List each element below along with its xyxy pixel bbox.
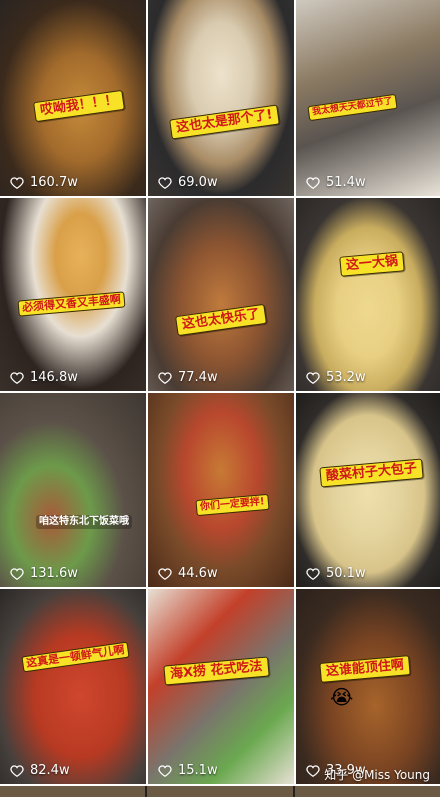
like-count: 82.4w [10, 763, 70, 778]
food-thumbnail [148, 0, 294, 196]
heart-icon [158, 567, 172, 580]
video-tile[interactable]: 这谁能顶住啊 😭 33.9w [296, 589, 440, 784]
like-count: 51.4w [306, 175, 366, 190]
like-count-value: 15.1w [178, 763, 218, 778]
like-count: 15.1w [158, 763, 218, 778]
like-count-value: 50.1w [326, 566, 366, 581]
heart-icon [306, 176, 320, 189]
video-tile[interactable]: 你们一定要拌! 44.6w [148, 393, 294, 587]
video-tile[interactable]: 哎呦我！！！ 160.7w [0, 0, 146, 196]
next-row-thumbnail [0, 786, 146, 797]
like-count: 53.2w [306, 370, 366, 385]
video-tile[interactable]: 这也太是那个了! 69.0w [148, 0, 294, 196]
video-tile[interactable]: 必须得又香又丰盛啊 146.8w [0, 198, 146, 391]
heart-icon [158, 176, 172, 189]
food-thumbnail [296, 589, 440, 784]
like-count-value: 82.4w [30, 763, 70, 778]
food-thumbnail [296, 393, 440, 587]
video-tile[interactable]: 酸菜村子大包子 50.1w [296, 393, 440, 587]
heart-icon [10, 371, 24, 384]
like-count-value: 160.7w [30, 175, 78, 190]
video-tile[interactable]: 这一大锅 53.2w [296, 198, 440, 391]
video-tile[interactable]: 这也太快乐了 77.4w [148, 198, 294, 391]
crying-emoji: 😭 [330, 685, 354, 709]
video-tile[interactable]: 我太想天天都过节了 51.4w [296, 0, 440, 196]
like-count-value: 146.8w [30, 370, 78, 385]
heart-icon [10, 176, 24, 189]
like-count-value: 44.6w [178, 566, 218, 581]
food-thumbnail [0, 393, 146, 587]
food-thumbnail [296, 198, 440, 391]
video-tile[interactable]: 这真是一顿鲜气儿啊 82.4w [0, 589, 146, 784]
like-count-value: 69.0w [178, 175, 218, 190]
food-thumbnail [148, 198, 294, 391]
food-thumbnail [148, 393, 294, 587]
like-count: 131.6w [10, 566, 78, 581]
like-count-value: 53.2w [326, 370, 366, 385]
like-count-value: 77.4w [178, 370, 218, 385]
next-row-thumbnail [147, 786, 293, 797]
food-thumbnail [148, 589, 294, 784]
heart-icon [306, 567, 320, 580]
next-row-preview [0, 786, 440, 797]
like-count: 50.1w [306, 566, 366, 581]
heart-icon [158, 371, 172, 384]
video-caption: 咱这特东北下饭菜哦 [36, 515, 132, 529]
video-tile[interactable]: 海X捞 花式吃法 15.1w [148, 589, 294, 784]
like-count-value: 51.4w [326, 175, 366, 190]
like-count: 69.0w [158, 175, 218, 190]
heart-icon [306, 764, 320, 777]
heart-icon [158, 764, 172, 777]
video-tile[interactable]: 咱这特东北下饭菜哦 131.6w [0, 393, 146, 587]
food-thumbnail [0, 589, 146, 784]
like-count: 160.7w [10, 175, 78, 190]
video-grid: 哎呦我！！！ 160.7w 这也太是那个了! 69.0w 我太想天天都过节了 5… [0, 0, 440, 797]
heart-icon [10, 764, 24, 777]
like-count: 77.4w [158, 370, 218, 385]
next-row-thumbnail [294, 786, 440, 797]
heart-icon [306, 371, 320, 384]
heart-icon [10, 567, 24, 580]
like-count: 44.6w [158, 566, 218, 581]
like-count-value: 131.6w [30, 566, 78, 581]
watermark: 知乎 @Miss Young [324, 768, 430, 782]
like-count: 146.8w [10, 370, 78, 385]
